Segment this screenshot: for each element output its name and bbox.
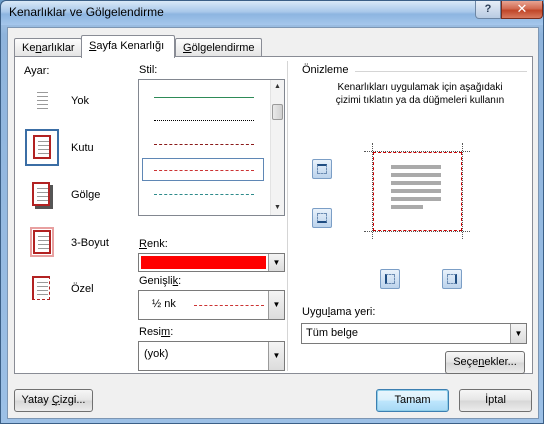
color-dropdown[interactable]: ▼: [138, 253, 285, 272]
width-label: Genişlik:: [139, 275, 182, 287]
chevron-down-icon: ▼: [272, 257, 281, 267]
shadow-border-icon: [32, 182, 50, 206]
tab-page-border[interactable]: Sayfa Kenarlığı: [81, 35, 175, 58]
chevron-down-icon: ▼: [272, 351, 281, 360]
apply-to-label: Uygulama yeri:: [302, 306, 376, 318]
tab-borders-label: Kenarlıklar: [22, 42, 75, 54]
apply-to-dropdown[interactable]: Tüm belge ▼: [301, 323, 527, 344]
tab-borders[interactable]: Kenarlıklar: [14, 38, 82, 57]
help-button[interactable]: ?: [475, 1, 501, 19]
color-dropdown-button[interactable]: ▼: [268, 254, 284, 271]
tab-page-border-label: Sayfa Kenarlığı: [89, 40, 165, 52]
style-option-dash-wide[interactable]: [154, 170, 254, 171]
panel-divider: [287, 61, 288, 371]
apply-to-value: Tüm belge: [306, 326, 358, 339]
setting-custom-label: Özel: [71, 283, 94, 295]
chevron-down-icon: ▼: [514, 328, 523, 338]
style-heading: Stil:: [139, 64, 158, 76]
tab-shading-label: Gölgelendirme: [183, 42, 255, 54]
color-swatch: [141, 256, 266, 269]
width-value: ½ nk: [152, 298, 176, 310]
horizontal-line-button[interactable]: Yatay Çizgi...: [14, 389, 93, 412]
close-icon: ✕: [516, 1, 528, 16]
art-dropdown[interactable]: (yok) ▼: [138, 341, 285, 371]
close-button[interactable]: ✕: [501, 1, 543, 19]
setting-none-button[interactable]: [25, 82, 59, 119]
setting-shadow-button[interactable]: [25, 177, 59, 214]
art-value: (yok): [144, 348, 169, 360]
corner-guide-right: [462, 143, 463, 239]
dialog-client-area: Kenarlıklar Sayfa Kenarlığı Gölgelendirm…: [7, 27, 539, 419]
right-border-icon: [447, 274, 457, 284]
page-border-panel: Ayar: Yok Kutu Gölge 3-Boyut Özel Stil: …: [14, 56, 533, 374]
preview-separator: [355, 71, 527, 72]
width-line-sample: [194, 305, 264, 306]
art-label: Resim:: [139, 326, 174, 338]
color-label: Renk:: [139, 238, 168, 250]
width-dropdown[interactable]: ½ nk ▼: [138, 290, 285, 320]
style-option-solid[interactable]: [154, 97, 254, 98]
options-button-label: Seçenekler...: [453, 356, 517, 368]
none-border-icon: [34, 88, 52, 112]
setting-custom-button[interactable]: [25, 271, 59, 308]
apply-to-dropdown-button[interactable]: ▼: [510, 324, 526, 343]
3d-border-icon: [30, 227, 54, 257]
setting-3d-label: 3-Boyut: [71, 237, 109, 249]
width-dropdown-button[interactable]: ▼: [268, 291, 284, 319]
dialog-window: Kenarlıklar ve Gölgelendirme ? ✕ Kenarlı…: [0, 0, 544, 424]
chevron-down-icon: ▼: [272, 300, 281, 309]
setting-3d-button[interactable]: [25, 224, 59, 261]
top-border-icon: [317, 164, 327, 174]
style-option-dashed[interactable]: [154, 144, 254, 145]
bottom-border-icon: [317, 213, 327, 223]
left-border-button[interactable]: [380, 269, 400, 289]
options-button[interactable]: Seçenekler...: [445, 351, 525, 374]
scroll-down-arrow-icon[interactable]: ▼: [271, 201, 284, 215]
title-bar[interactable]: Kenarlıklar ve Gölgelendirme ? ✕: [1, 1, 543, 25]
art-dropdown-button[interactable]: ▼: [268, 342, 284, 370]
preview-diagram[interactable]: [364, 143, 470, 239]
bottom-border-button[interactable]: [312, 208, 332, 228]
top-border-button[interactable]: [312, 159, 332, 179]
preview-instructions: Kenarlıkları uygulamak için aşağıdaki çi…: [335, 82, 505, 106]
corner-guide-bottom: [364, 231, 470, 232]
box-border-icon: [33, 135, 51, 159]
preview-heading: Önizleme: [302, 64, 349, 76]
settings-heading: Ayar:: [24, 65, 50, 77]
right-border-button[interactable]: [442, 269, 462, 289]
style-option-dotted[interactable]: [154, 120, 254, 121]
horizontal-line-label: Yatay Çizgi...: [21, 394, 86, 406]
setting-box-label: Kutu: [71, 142, 94, 154]
setting-shadow-label: Gölge: [71, 189, 101, 201]
ok-button[interactable]: Tamam: [376, 389, 449, 412]
scroll-thumb[interactable]: [272, 104, 283, 120]
style-option-dashdot[interactable]: [154, 194, 254, 195]
cancel-button[interactable]: İptal: [459, 389, 532, 412]
tab-shading[interactable]: Gölgelendirme: [175, 38, 262, 57]
custom-border-icon: [32, 276, 50, 300]
scroll-up-arrow-icon[interactable]: ▲: [271, 80, 284, 94]
dialog-title: Kenarlıklar ve Gölgelendirme: [9, 5, 164, 19]
left-border-icon: [385, 274, 395, 284]
preview-page-border: [373, 152, 462, 231]
style-list-scrollbar[interactable]: ▲ ▼: [270, 80, 284, 215]
style-listbox[interactable]: ▲ ▼: [138, 79, 285, 216]
setting-box-button[interactable]: [25, 129, 59, 166]
setting-none-label: Yok: [71, 95, 89, 107]
